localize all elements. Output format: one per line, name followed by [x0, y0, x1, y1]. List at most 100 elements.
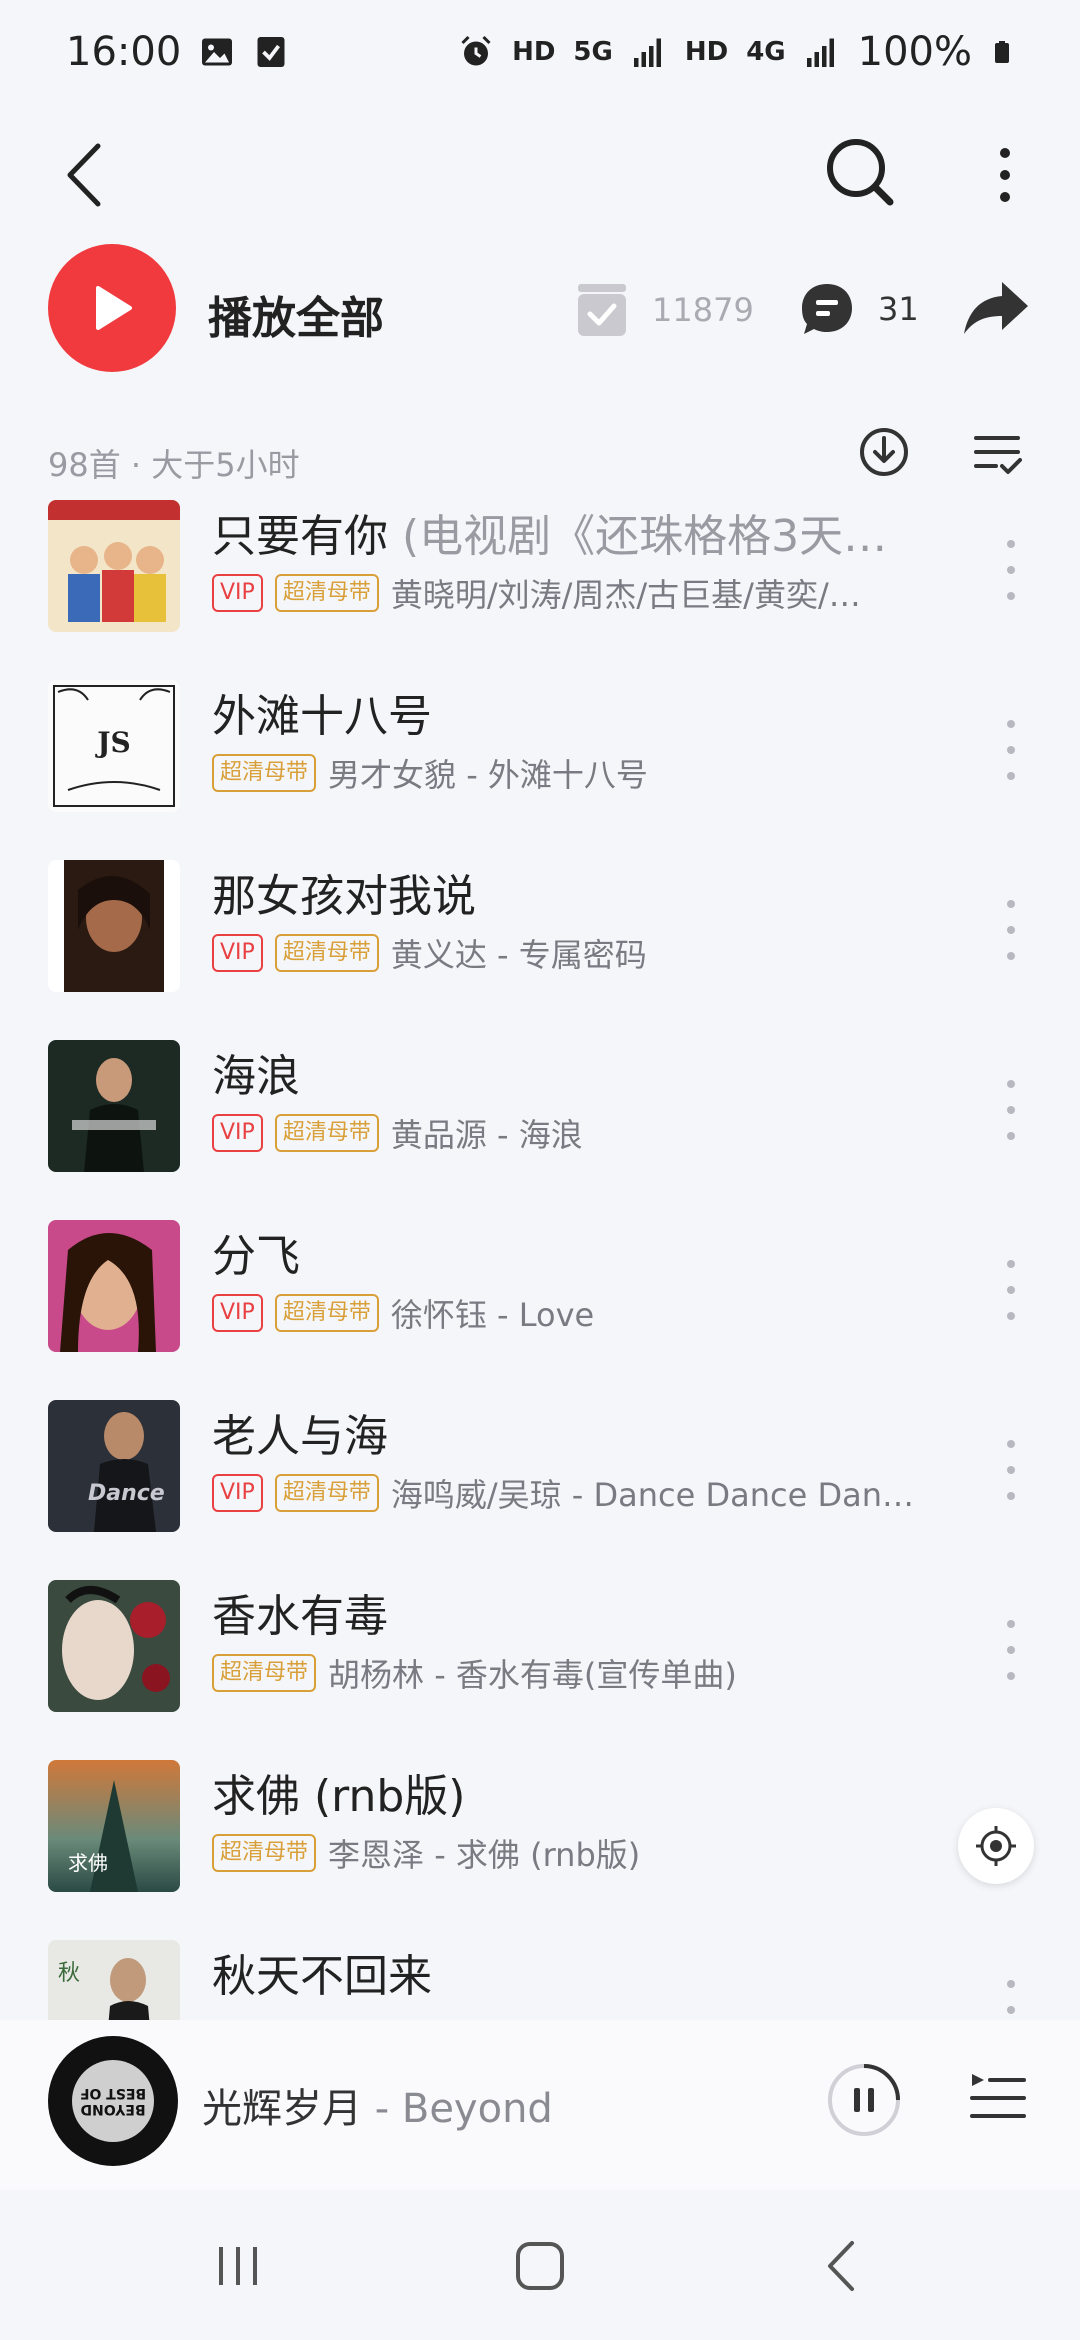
- album-cover: [48, 1220, 180, 1352]
- system-nav-bar: [0, 2190, 1080, 2340]
- song-subtitle: 超清母带 男才女貌 - 外滩十八号: [212, 750, 648, 796]
- song-artist: 李恩泽 - 求佛 (rnb版): [328, 1836, 641, 1874]
- home-button[interactable]: [500, 2236, 580, 2296]
- hq-badge: 超清母带: [274, 934, 379, 972]
- dot-icon: [1007, 1620, 1015, 1628]
- song-list[interactable]: 只要有你 (电视剧《还珠格格3天… VIP 超清母带 黄晓明/刘涛/周杰/古巨基…: [0, 500, 1080, 2020]
- song-more-button[interactable]: [996, 540, 1026, 600]
- play-queue-button[interactable]: [968, 2068, 1028, 2124]
- dot-icon: [1007, 952, 1015, 960]
- song-subtitle: 超清母带 胡杨林 - 香水有毒(宣传单曲): [212, 1650, 737, 1696]
- song-artist: 海鸣威/吴琼 - Dance Dance Dan…: [390, 1476, 915, 1514]
- download-icon: [860, 428, 908, 476]
- more-button[interactable]: [980, 130, 1030, 220]
- more-vertical-icon: [1000, 148, 1010, 202]
- song-count-duration: 98首 · 大于5小时: [48, 446, 300, 484]
- song-row[interactable]: 只要有你 (电视剧《还珠格格3天… VIP 超清母带 黄晓明/刘涛/周杰/古巨基…: [0, 500, 1080, 670]
- share-arrow-icon: [964, 282, 1028, 334]
- song-artist: 胡杨林 - 香水有毒(宣传单曲): [328, 1656, 737, 1694]
- dot-icon: [1007, 900, 1015, 908]
- collect-button[interactable]: 11879: [574, 280, 754, 340]
- hd-indicator: HD: [512, 37, 556, 67]
- home-icon: [516, 2242, 564, 2290]
- song-more-button[interactable]: [996, 1620, 1026, 1680]
- signal-icon-2: [806, 38, 834, 67]
- dot-icon: [1007, 1080, 1015, 1088]
- collect-count: 11879: [652, 291, 754, 329]
- system-back-button[interactable]: [802, 2236, 882, 2296]
- song-row[interactable]: 那女孩对我说 VIP 超清母带 黄义达 - 专属密码: [0, 850, 1080, 1030]
- alarm-icon: [461, 35, 491, 66]
- song-title: 分飞: [212, 1231, 300, 1282]
- song-subtitle: VIP 超清母带 黄品源 - 海浪: [212, 1110, 583, 1156]
- play-all-label[interactable]: 播放全部: [208, 282, 384, 346]
- song-artist: 黄晓明/刘涛/周杰/古巨基/黄奕/…: [390, 576, 861, 614]
- hq-badge: 超清母带: [274, 1474, 379, 1512]
- song-more-button[interactable]: [996, 720, 1026, 780]
- search-icon: [827, 139, 894, 206]
- dot-icon: [1007, 566, 1015, 574]
- recent-apps-icon: [219, 2247, 257, 2285]
- song-title: 海浪: [212, 1051, 300, 1102]
- vip-badge: VIP: [212, 934, 263, 972]
- song-artist: 黄品源 - 海浪: [390, 1116, 583, 1154]
- song-more-button[interactable]: [996, 1440, 1026, 1500]
- signal-icon: [633, 38, 661, 67]
- hq-badge: 超清母带: [212, 1834, 317, 1872]
- back-icon: [828, 2241, 854, 2291]
- vip-badge: VIP: [212, 1294, 263, 1332]
- dot-icon: [1007, 1646, 1015, 1654]
- play-all-button[interactable]: [48, 244, 176, 372]
- dot-icon: [1007, 592, 1015, 600]
- search-button[interactable]: [818, 130, 902, 214]
- multi-select-button[interactable]: [974, 434, 1022, 478]
- song-row[interactable]: 分飞 VIP 超清母带 徐怀钰 - Love: [0, 1210, 1080, 1390]
- song-row[interactable]: 香水有毒 超清母带 胡杨林 - 香水有毒(宣传单曲): [0, 1570, 1080, 1750]
- locate-current-button[interactable]: [958, 1808, 1034, 1884]
- song-row[interactable]: JS 外滩十八号 超清母带 男才女貌 - 外滩十八号: [0, 670, 1080, 850]
- song-title: 香水有毒: [212, 1591, 388, 1642]
- song-row[interactable]: Dance 老人与海 VIP 超清母带 海鸣威/吴琼 - Dance Dance…: [0, 1390, 1080, 1570]
- song-more-button[interactable]: [996, 1260, 1026, 1320]
- pause-button[interactable]: [826, 2062, 902, 2138]
- dot-icon: [1007, 1440, 1015, 1448]
- hq-badge: 超清母带: [274, 574, 379, 612]
- song-row[interactable]: 海浪 VIP 超清母带 黄品源 - 海浪: [0, 1030, 1080, 1210]
- hq-badge: 超清母带: [274, 1114, 379, 1152]
- song-more-button[interactable]: [996, 1980, 1026, 2020]
- song-artist: 黄义达 - 专属密码: [390, 936, 647, 974]
- song-row[interactable]: 秋 秋天不回来: [0, 1930, 1080, 2020]
- song-subtitle: VIP 超清母带 海鸣威/吴琼 - Dance Dance Dan…: [212, 1470, 914, 1516]
- song-subtitle: VIP 超清母带 黄晓明/刘涛/周杰/古巨基/黄奕/…: [212, 570, 861, 616]
- song-title: 老人与海: [212, 1411, 388, 1462]
- song-subtitle: VIP 超清母带 徐怀钰 - Love: [212, 1290, 594, 1336]
- album-cover: 求佛: [48, 1760, 180, 1892]
- mini-player-disc[interactable]: BEYOND BEST OF: [48, 2036, 178, 2166]
- dot-icon: [1007, 926, 1015, 934]
- hq-badge: 超清母带: [212, 754, 317, 792]
- song-title: 只要有你 (电视剧《还珠格格3天…: [212, 511, 888, 562]
- song-more-button[interactable]: [996, 1080, 1026, 1140]
- album-cover: [48, 1580, 180, 1712]
- 4g-indicator: 4G: [746, 37, 786, 67]
- song-title: 求佛 (rnb版): [212, 1771, 466, 1822]
- back-button[interactable]: [48, 120, 120, 230]
- collect-box-icon: [578, 284, 626, 336]
- 5g-indicator: 5G: [573, 37, 613, 67]
- song-artist: 徐怀钰 - Love: [390, 1296, 595, 1334]
- download-button[interactable]: [858, 426, 910, 486]
- song-more-button[interactable]: [996, 900, 1026, 960]
- album-cover: [48, 860, 180, 992]
- pause-circle-icon: [828, 2064, 900, 2136]
- dot-icon: [1007, 1312, 1015, 1320]
- album-cover: 秋: [48, 1940, 180, 2020]
- comment-count: 31: [878, 290, 919, 328]
- mini-player-title[interactable]: 光辉岁月 - Beyond: [202, 2076, 553, 2134]
- song-row[interactable]: 求佛 求佛 (rnb版) 超清母带 李恩泽 - 求佛 (rnb版): [0, 1750, 1080, 1930]
- album-cover: [48, 500, 180, 632]
- dot-icon: [1007, 1492, 1015, 1500]
- comment-button[interactable]: 31: [798, 280, 919, 338]
- mini-player[interactable]: BEYOND BEST OF 光辉岁月 - Beyond: [0, 2020, 1080, 2190]
- share-button[interactable]: [962, 278, 1030, 338]
- recent-apps-button[interactable]: [198, 2236, 278, 2296]
